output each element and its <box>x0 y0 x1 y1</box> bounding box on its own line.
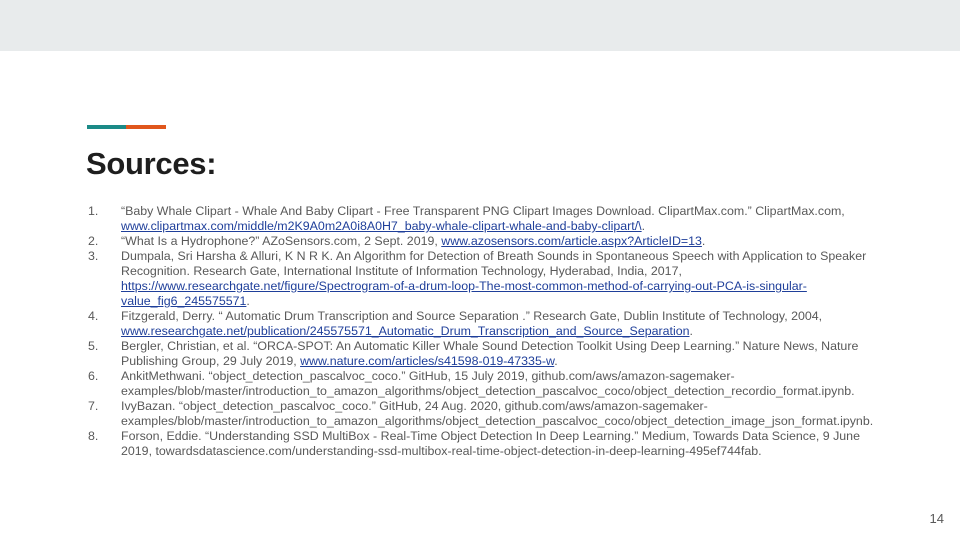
reference-suffix: . <box>641 219 646 233</box>
reference-number: 3. <box>88 249 99 263</box>
reference-number: 5. <box>88 339 99 353</box>
reference-text: “What Is a Hydrophone?” AZoSensors.com, … <box>121 234 442 248</box>
reference-suffix: . <box>554 354 558 368</box>
reference-list: 1. “Baby Whale Clipart - Whale And Baby C… <box>88 204 878 459</box>
reference-number: 8. <box>88 429 99 443</box>
reference-item: 8. Forson, Eddie. “Understanding SSD Mult… <box>88 429 878 459</box>
reference-number: 1. <box>88 204 99 218</box>
reference-number: 2. <box>88 234 99 248</box>
reference-suffix: . <box>246 294 250 308</box>
reference-text: AnkitMethwani. “object_detection_pascalv… <box>121 369 855 398</box>
reference-link[interactable]: www.nature.com/articles/s41598-019-47335… <box>300 354 554 368</box>
reference-item: 3. Dumpala, Sri Harsha & Alluri, K N R K.… <box>88 249 878 309</box>
slide-title: Sources: <box>86 146 217 181</box>
reference-link[interactable]: www.azosensors.com/article.aspx?ArticleI… <box>441 234 702 248</box>
reference-text: IvyBazan. “object_detection_pascalvoc_co… <box>121 399 874 428</box>
reference-item: 1. “Baby Whale Clipart - Whale And Baby C… <box>88 204 878 234</box>
reference-number: 6. <box>88 369 99 383</box>
reference-link[interactable]: www.researchgate.net/publication/2455755… <box>121 324 690 338</box>
reference-text: Fitzgerald, Derry. “ Automatic Drum Tran… <box>121 309 823 323</box>
slide-top-bar <box>0 0 960 51</box>
reference-suffix: . <box>689 324 693 338</box>
title-accent-orange <box>126 125 166 129</box>
title-accent-teal <box>87 125 126 129</box>
reference-item: 4. Fitzgerald, Derry. “ Automatic Drum Tr… <box>88 309 878 339</box>
page-number: 14 <box>929 511 944 526</box>
reference-suffix: . <box>701 234 706 248</box>
reference-item: 7. IvyBazan. “object_detection_pascalvoc_… <box>88 399 878 429</box>
reference-text: “Baby Whale Clipart - Whale And Baby Cli… <box>121 204 845 218</box>
reference-text: Forson, Eddie. “Understanding SSD MultiB… <box>121 429 860 458</box>
reference-item: 2. “What Is a Hydrophone?” AZoSensors.com… <box>88 234 878 249</box>
reference-link[interactable]: www.clipartmax.com/middle/m2K9A0m2A0i8A0… <box>121 219 642 233</box>
reference-link[interactable]: https://www.researchgate.net/figure/Spec… <box>121 279 807 308</box>
reference-number: 4. <box>88 309 99 323</box>
reference-number: 7. <box>88 399 99 413</box>
reference-item: 5. Bergler, Christian, et al. “ORCA-SPOT:… <box>88 339 878 369</box>
reference-text: Dumpala, Sri Harsha & Alluri, K N R K. A… <box>121 249 867 278</box>
reference-item: 6. AnkitMethwani. “object_detection_pasca… <box>88 369 878 399</box>
